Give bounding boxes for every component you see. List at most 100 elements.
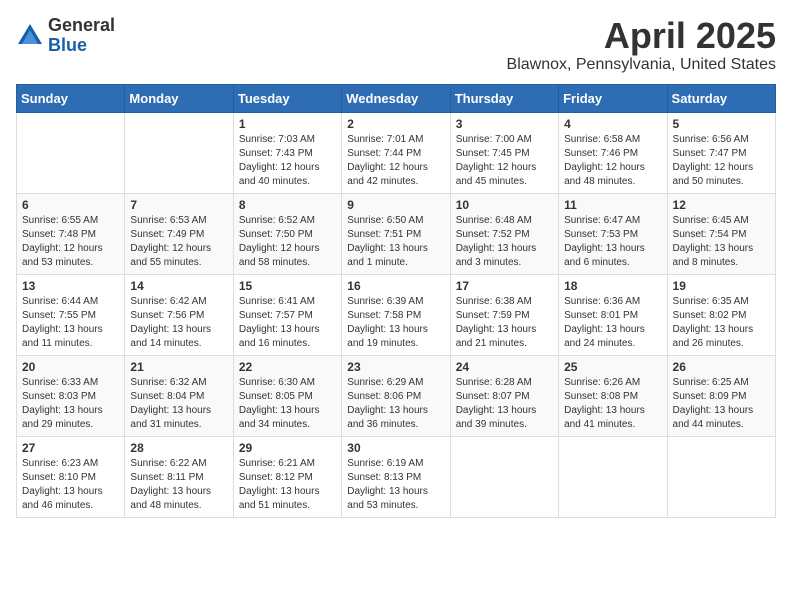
calendar-cell: 29 Sunrise: 6:21 AMSunset: 8:12 PMDayligh… <box>233 436 341 517</box>
day-info: Sunrise: 7:03 AMSunset: 7:43 PMDaylight:… <box>239 134 320 187</box>
day-info: Sunrise: 6:35 AMSunset: 8:02 PMDaylight:… <box>673 296 754 349</box>
calendar-cell: 25Sunrise: 6:26 AMSunset: 8:08 PMDayligh… <box>559 355 667 436</box>
day-info: Sunrise: 6:56 AMSunset: 7:47 PMDaylight:… <box>673 134 754 187</box>
weekday-header-tuesday: Tuesday <box>233 84 341 112</box>
weekday-header-thursday: Thursday <box>450 84 558 112</box>
calendar-cell: 20Sunrise: 6:33 AMSunset: 8:03 PMDayligh… <box>17 355 125 436</box>
day-info: Sunrise: 6:53 AMSunset: 7:49 PMDaylight:… <box>130 215 211 268</box>
day-info: Sunrise: 6:47 AMSunset: 7:53 PMDaylight:… <box>564 215 645 268</box>
calendar-cell <box>125 112 233 193</box>
calendar-cell: 1 Sunrise: 7:03 AMSunset: 7:43 PMDaylight… <box>233 112 341 193</box>
day-number: 15 <box>239 279 336 293</box>
day-info: Sunrise: 6:25 AMSunset: 8:09 PMDaylight:… <box>673 377 754 430</box>
day-info: Sunrise: 6:44 AMSunset: 7:55 PMDaylight:… <box>22 296 103 349</box>
calendar-cell: 19 Sunrise: 6:35 AMSunset: 8:02 PMDayligh… <box>667 274 775 355</box>
day-info: Sunrise: 6:55 AMSunset: 7:48 PMDaylight:… <box>22 215 103 268</box>
calendar-cell: 13 Sunrise: 6:44 AMSunset: 7:55 PMDayligh… <box>17 274 125 355</box>
day-info: Sunrise: 6:36 AMSunset: 8:01 PMDaylight:… <box>564 296 645 349</box>
day-number: 19 <box>673 279 770 293</box>
day-info: Sunrise: 6:38 AMSunset: 7:59 PMDaylight:… <box>456 296 537 349</box>
calendar-cell: 5 Sunrise: 6:56 AMSunset: 7:47 PMDaylight… <box>667 112 775 193</box>
calendar-cell: 6 Sunrise: 6:55 AMSunset: 7:48 PMDaylight… <box>17 193 125 274</box>
day-number: 6 <box>22 198 119 212</box>
weekday-header-monday: Monday <box>125 84 233 112</box>
day-number: 12 <box>673 198 770 212</box>
calendar-cell: 30Sunrise: 6:19 AMSunset: 8:13 PMDayligh… <box>342 436 450 517</box>
day-info: Sunrise: 6:30 AMSunset: 8:05 PMDaylight:… <box>239 377 320 430</box>
calendar-cell: 4 Sunrise: 6:58 AMSunset: 7:46 PMDaylight… <box>559 112 667 193</box>
day-info: Sunrise: 7:00 AMSunset: 7:45 PMDaylight:… <box>456 134 537 187</box>
calendar-cell: 16Sunrise: 6:39 AMSunset: 7:58 PMDayligh… <box>342 274 450 355</box>
day-number: 27 <box>22 441 119 455</box>
calendar-cell: 3 Sunrise: 7:00 AMSunset: 7:45 PMDaylight… <box>450 112 558 193</box>
day-info: Sunrise: 6:42 AMSunset: 7:56 PMDaylight:… <box>130 296 211 349</box>
day-number: 18 <box>564 279 661 293</box>
calendar-cell: 9 Sunrise: 6:50 AMSunset: 7:51 PMDaylight… <box>342 193 450 274</box>
title-area: April 2025 Blawnox, Pennsylvania, United… <box>507 16 776 74</box>
day-number: 25 <box>564 360 661 374</box>
calendar-cell: 26Sunrise: 6:25 AMSunset: 8:09 PMDayligh… <box>667 355 775 436</box>
calendar-cell: 22 Sunrise: 6:30 AMSunset: 8:05 PMDayligh… <box>233 355 341 436</box>
calendar: SundayMondayTuesdayWednesdayThursdayFrid… <box>16 84 776 518</box>
calendar-cell: 24 Sunrise: 6:28 AMSunset: 8:07 PMDayligh… <box>450 355 558 436</box>
day-info: Sunrise: 6:29 AMSunset: 8:06 PMDaylight:… <box>347 377 428 430</box>
day-number: 3 <box>456 117 553 131</box>
logo-text-general: General <box>48 15 115 35</box>
calendar-week-3: 13 Sunrise: 6:44 AMSunset: 7:55 PMDayligh… <box>17 274 776 355</box>
calendar-cell: 28 Sunrise: 6:22 AMSunset: 8:11 PMDayligh… <box>125 436 233 517</box>
day-number: 1 <box>239 117 336 131</box>
month-title: April 2025 <box>507 16 776 56</box>
calendar-cell: 14 Sunrise: 6:42 AMSunset: 7:56 PMDayligh… <box>125 274 233 355</box>
calendar-cell: 23 Sunrise: 6:29 AMSunset: 8:06 PMDayligh… <box>342 355 450 436</box>
day-number: 17 <box>456 279 553 293</box>
day-info: Sunrise: 6:21 AMSunset: 8:12 PMDaylight:… <box>239 458 320 511</box>
day-number: 9 <box>347 198 444 212</box>
day-info: Sunrise: 6:23 AMSunset: 8:10 PMDaylight:… <box>22 458 103 511</box>
day-number: 16 <box>347 279 444 293</box>
day-number: 20 <box>22 360 119 374</box>
calendar-week-1: 1 Sunrise: 7:03 AMSunset: 7:43 PMDaylight… <box>17 112 776 193</box>
calendar-cell: 17 Sunrise: 6:38 AMSunset: 7:59 PMDayligh… <box>450 274 558 355</box>
calendar-cell: 18 Sunrise: 6:36 AMSunset: 8:01 PMDayligh… <box>559 274 667 355</box>
day-info: Sunrise: 6:50 AMSunset: 7:51 PMDaylight:… <box>347 215 428 268</box>
calendar-cell: 15 Sunrise: 6:41 AMSunset: 7:57 PMDayligh… <box>233 274 341 355</box>
day-number: 4 <box>564 117 661 131</box>
weekday-header-wednesday: Wednesday <box>342 84 450 112</box>
day-info: Sunrise: 6:28 AMSunset: 8:07 PMDaylight:… <box>456 377 537 430</box>
calendar-cell: 8Sunrise: 6:52 AMSunset: 7:50 PMDaylight… <box>233 193 341 274</box>
day-number: 22 <box>239 360 336 374</box>
logo: General Blue <box>16 16 115 56</box>
day-number: 29 <box>239 441 336 455</box>
calendar-cell: 7Sunrise: 6:53 AMSunset: 7:49 PMDaylight… <box>125 193 233 274</box>
calendar-cell: 21Sunrise: 6:32 AMSunset: 8:04 PMDayligh… <box>125 355 233 436</box>
calendar-cell: 27 Sunrise: 6:23 AMSunset: 8:10 PMDayligh… <box>17 436 125 517</box>
day-info: Sunrise: 6:41 AMSunset: 7:57 PMDaylight:… <box>239 296 320 349</box>
calendar-cell: 2 Sunrise: 7:01 AMSunset: 7:44 PMDaylight… <box>342 112 450 193</box>
logo-icon <box>16 22 44 50</box>
day-info: Sunrise: 6:48 AMSunset: 7:52 PMDaylight:… <box>456 215 537 268</box>
day-number: 24 <box>456 360 553 374</box>
weekday-header-sunday: Sunday <box>17 84 125 112</box>
weekday-header-friday: Friday <box>559 84 667 112</box>
calendar-week-5: 27 Sunrise: 6:23 AMSunset: 8:10 PMDayligh… <box>17 436 776 517</box>
day-number: 11 <box>564 198 661 212</box>
logo-text-blue: Blue <box>48 35 87 55</box>
day-info: Sunrise: 6:22 AMSunset: 8:11 PMDaylight:… <box>130 458 211 511</box>
calendar-cell <box>667 436 775 517</box>
day-number: 2 <box>347 117 444 131</box>
calendar-cell <box>17 112 125 193</box>
day-info: Sunrise: 6:52 AMSunset: 7:50 PMDaylight:… <box>239 215 320 268</box>
day-number: 21 <box>130 360 227 374</box>
day-info: Sunrise: 6:45 AMSunset: 7:54 PMDaylight:… <box>673 215 754 268</box>
day-number: 5 <box>673 117 770 131</box>
day-number: 14 <box>130 279 227 293</box>
header: General Blue April 2025 Blawnox, Pennsyl… <box>16 16 776 74</box>
calendar-cell: 11 Sunrise: 6:47 AMSunset: 7:53 PMDayligh… <box>559 193 667 274</box>
day-info: Sunrise: 6:58 AMSunset: 7:46 PMDaylight:… <box>564 134 645 187</box>
day-number: 23 <box>347 360 444 374</box>
calendar-cell: 12 Sunrise: 6:45 AMSunset: 7:54 PMDayligh… <box>667 193 775 274</box>
day-number: 28 <box>130 441 227 455</box>
day-info: Sunrise: 7:01 AMSunset: 7:44 PMDaylight:… <box>347 134 428 187</box>
calendar-cell <box>450 436 558 517</box>
day-number: 13 <box>22 279 119 293</box>
